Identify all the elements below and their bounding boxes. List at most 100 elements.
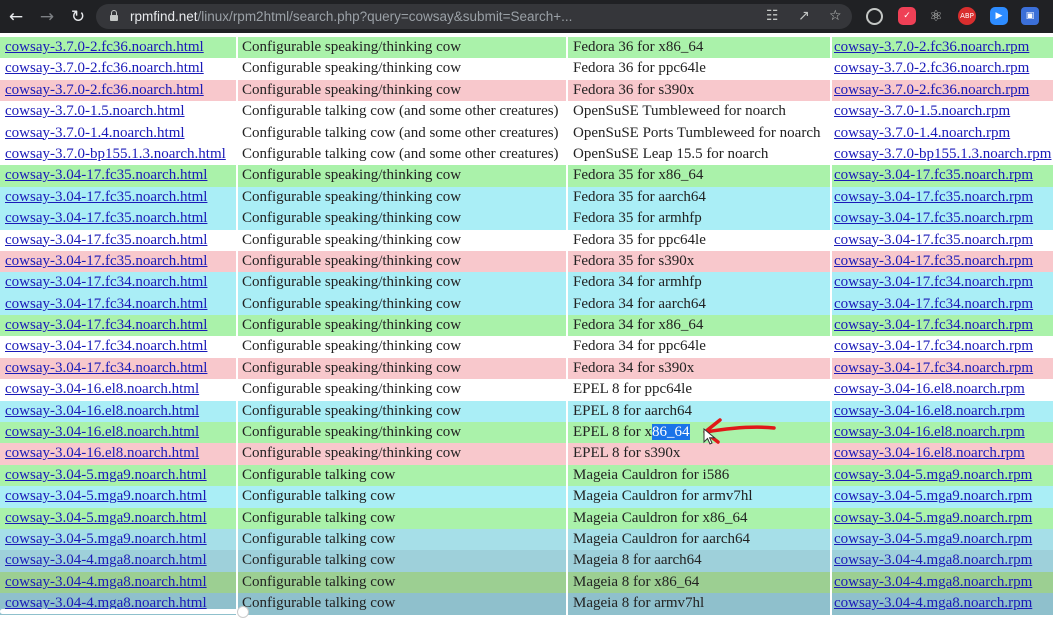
- table-row: cowsay-3.04-17.fc35.noarch.html Configura…: [0, 229, 1053, 251]
- results-table: cowsay-3.7.0-2.fc36.noarch.html Configura…: [0, 37, 1053, 615]
- package-html-link[interactable]: cowsay-3.04-17.fc35.noarch.html: [5, 210, 207, 226]
- package-rpm-link[interactable]: cowsay-3.04-4.mga8.noarch.rpm: [834, 595, 1032, 611]
- forward-icon[interactable]: →: [36, 6, 58, 28]
- url-text[interactable]: rpmfind.net/linux/rpm2html/search.php?qu…: [130, 8, 572, 25]
- package-rpm-link[interactable]: cowsay-3.04-16.el8.noarch.rpm: [834, 403, 1025, 419]
- package-rpm-link[interactable]: cowsay-3.04-5.mga9.noarch.rpm: [834, 467, 1032, 483]
- package-rpm-link[interactable]: cowsay-3.7.0-bp155.1.3.noarch.rpm: [834, 146, 1051, 162]
- share-icon[interactable]: ↗: [798, 8, 810, 25]
- html-link-cell: cowsay-3.7.0-1.4.noarch.html: [2, 123, 239, 144]
- package-html-link[interactable]: cowsay-3.04-17.fc34.noarch.html: [5, 338, 207, 354]
- distribution-name: Fedora 35 for armhfp: [573, 210, 702, 227]
- distribution-name: Fedora 35 for x86_64: [573, 167, 704, 184]
- package-description: Configurable talking cow: [242, 488, 396, 505]
- package-html-link[interactable]: cowsay-3.7.0-1.5.noarch.html: [5, 103, 185, 119]
- package-rpm-link[interactable]: cowsay-3.04-4.mga8.noarch.rpm: [834, 552, 1032, 568]
- horizontal-scrollbar[interactable]: [0, 609, 245, 614]
- abp-icon[interactable]: ABP: [958, 7, 976, 25]
- package-rpm-link[interactable]: cowsay-3.04-5.mga9.noarch.rpm: [834, 488, 1032, 504]
- package-rpm-link[interactable]: cowsay-3.7.0-2.fc36.noarch.rpm: [834, 39, 1029, 55]
- package-html-link[interactable]: cowsay-3.04-5.mga9.noarch.html: [5, 467, 207, 483]
- rpm-link-cell: cowsay-3.04-4.mga8.noarch.rpm: [832, 550, 1053, 571]
- react-devtools-icon[interactable]: ⚛: [927, 7, 945, 25]
- package-html-link[interactable]: cowsay-3.04-16.el8.noarch.html: [5, 403, 199, 419]
- package-rpm-link[interactable]: cowsay-3.04-5.mga9.noarch.rpm: [834, 510, 1032, 526]
- package-html-link[interactable]: cowsay-3.04-5.mga9.noarch.html: [5, 531, 207, 547]
- package-html-link[interactable]: cowsay-3.04-17.fc34.noarch.html: [5, 296, 207, 312]
- package-rpm-link[interactable]: cowsay-3.04-5.mga9.noarch.rpm: [834, 531, 1032, 547]
- table-row: cowsay-3.04-16.el8.noarch.html Configurab…: [0, 443, 1053, 465]
- selected-text-highlight: 86_64: [652, 424, 690, 441]
- back-icon[interactable]: ←: [5, 6, 27, 28]
- package-rpm-link[interactable]: cowsay-3.7.0-1.4.noarch.rpm: [834, 125, 1010, 141]
- package-html-link[interactable]: cowsay-3.7.0-2.fc36.noarch.html: [5, 39, 204, 55]
- package-html-link[interactable]: cowsay-3.04-17.fc35.noarch.html: [5, 253, 207, 269]
- scrollbar-thumb[interactable]: [237, 606, 249, 618]
- package-rpm-link[interactable]: cowsay-3.04-17.fc34.noarch.rpm: [834, 274, 1033, 290]
- package-rpm-link[interactable]: cowsay-3.7.0-2.fc36.noarch.rpm: [834, 82, 1029, 98]
- package-rpm-link[interactable]: cowsay-3.04-17.fc35.noarch.rpm: [834, 253, 1033, 269]
- package-html-link[interactable]: cowsay-3.04-4.mga8.noarch.html: [5, 552, 207, 568]
- package-html-link[interactable]: cowsay-3.7.0-1.4.noarch.html: [5, 125, 185, 141]
- package-rpm-link[interactable]: cowsay-3.04-17.fc35.noarch.rpm: [834, 232, 1033, 248]
- distribution-name: EPEL 8 for ppc64le: [573, 381, 692, 398]
- table-row: cowsay-3.04-5.mga9.noarch.html Configurab…: [0, 486, 1053, 508]
- bookmark-star-icon[interactable]: ☆: [829, 8, 842, 25]
- translate-icon[interactable]: ☷: [766, 8, 779, 25]
- reload-icon[interactable]: ↻: [67, 6, 89, 28]
- table-row: cowsay-3.7.0-bp155.1.3.noarch.html Config…: [0, 143, 1053, 166]
- rpm-link-cell: cowsay-3.04-17.fc34.noarch.rpm: [832, 294, 1053, 315]
- package-rpm-link[interactable]: cowsay-3.04-16.el8.noarch.rpm: [834, 424, 1025, 440]
- rpm-link-cell: cowsay-3.7.0-2.fc36.noarch.rpm: [832, 80, 1053, 101]
- package-html-link[interactable]: cowsay-3.04-17.fc35.noarch.html: [5, 189, 207, 205]
- package-description: Configurable speaking/thinking cow: [242, 210, 462, 227]
- html-link-cell: cowsay-3.04-17.fc35.noarch.html: [2, 165, 239, 186]
- package-rpm-link[interactable]: cowsay-3.04-17.fc34.noarch.rpm: [834, 296, 1033, 312]
- package-rpm-link[interactable]: cowsay-3.04-4.mga8.noarch.rpm: [834, 574, 1032, 590]
- html-link-cell: cowsay-3.04-17.fc34.noarch.html: [2, 336, 239, 357]
- table-row: cowsay-3.04-4.mga8.noarch.html Configurab…: [0, 571, 1053, 594]
- rpm-link-cell: cowsay-3.04-5.mga9.noarch.rpm: [832, 529, 1053, 550]
- html-link-cell: cowsay-3.04-16.el8.noarch.html: [2, 401, 239, 422]
- package-html-link[interactable]: cowsay-3.7.0-2.fc36.noarch.html: [5, 82, 204, 98]
- package-html-link[interactable]: cowsay-3.04-17.fc34.noarch.html: [5, 274, 207, 290]
- package-rpm-link[interactable]: cowsay-3.04-17.fc34.noarch.rpm: [834, 360, 1033, 376]
- package-html-link[interactable]: cowsay-3.04-17.fc35.noarch.html: [5, 167, 207, 183]
- package-rpm-link[interactable]: cowsay-3.04-17.fc35.noarch.rpm: [834, 189, 1033, 205]
- package-rpm-link[interactable]: cowsay-3.04-17.fc34.noarch.rpm: [834, 338, 1033, 354]
- distribution-name: OpenSuSE Ports Tumbleweed for noarch: [573, 124, 821, 141]
- distribution-name: Fedora 34 for ppc64le: [573, 338, 706, 355]
- package-html-link[interactable]: cowsay-3.04-16.el8.noarch.html: [5, 445, 199, 461]
- package-html-link[interactable]: cowsay-3.04-16.el8.noarch.html: [5, 424, 199, 440]
- package-html-link[interactable]: cowsay-3.04-17.fc35.noarch.html: [5, 232, 207, 248]
- package-description: Configurable speaking/thinking cow: [242, 338, 462, 355]
- package-description: Configurable speaking/thinking cow: [242, 167, 462, 184]
- package-html-link[interactable]: cowsay-3.7.0-bp155.1.3.noarch.html: [5, 146, 226, 162]
- package-html-link[interactable]: cowsay-3.04-17.fc34.noarch.html: [5, 360, 207, 376]
- package-html-link[interactable]: cowsay-3.04-5.mga9.noarch.html: [5, 488, 207, 504]
- html-link-cell: cowsay-3.04-5.mga9.noarch.html: [2, 508, 239, 529]
- package-rpm-link[interactable]: cowsay-3.7.0-1.5.noarch.rpm: [834, 103, 1010, 119]
- package-rpm-link[interactable]: cowsay-3.7.0-2.fc36.noarch.rpm: [834, 60, 1029, 76]
- rpm-link-cell: cowsay-3.7.0-1.4.noarch.rpm: [832, 123, 1053, 144]
- profile-extension-icon[interactable]: ▣: [1021, 7, 1039, 25]
- html-link-cell: cowsay-3.04-17.fc35.noarch.html: [2, 230, 239, 251]
- package-html-link[interactable]: cowsay-3.7.0-2.fc36.noarch.html: [5, 60, 204, 76]
- pocket-icon[interactable]: ✓: [898, 7, 916, 25]
- table-row: cowsay-3.04-16.el8.noarch.html Configurab…: [0, 379, 1053, 401]
- html-link-cell: cowsay-3.7.0-2.fc36.noarch.html: [2, 58, 239, 79]
- package-rpm-link[interactable]: cowsay-3.04-16.el8.noarch.rpm: [834, 445, 1025, 461]
- package-html-link[interactable]: cowsay-3.04-5.mga9.noarch.html: [5, 510, 207, 526]
- package-html-link[interactable]: cowsay-3.04-17.fc34.noarch.html: [5, 317, 207, 333]
- package-rpm-link[interactable]: cowsay-3.04-17.fc35.noarch.rpm: [834, 210, 1033, 226]
- package-rpm-link[interactable]: cowsay-3.04-17.fc35.noarch.rpm: [834, 167, 1033, 183]
- table-row: cowsay-3.04-17.fc34.noarch.html Configura…: [0, 357, 1053, 380]
- address-bar[interactable]: rpmfind.net/linux/rpm2html/search.php?qu…: [96, 4, 852, 29]
- zoom-icon[interactable]: ▶: [990, 7, 1008, 25]
- package-description: Configurable speaking/thinking cow: [242, 81, 462, 98]
- package-rpm-link[interactable]: cowsay-3.04-16.el8.noarch.rpm: [834, 381, 1025, 397]
- extension-circle-icon[interactable]: [866, 8, 883, 25]
- package-rpm-link[interactable]: cowsay-3.04-17.fc34.noarch.rpm: [834, 317, 1033, 333]
- package-html-link[interactable]: cowsay-3.04-4.mga8.noarch.html: [5, 574, 207, 590]
- package-html-link[interactable]: cowsay-3.04-16.el8.noarch.html: [5, 381, 199, 397]
